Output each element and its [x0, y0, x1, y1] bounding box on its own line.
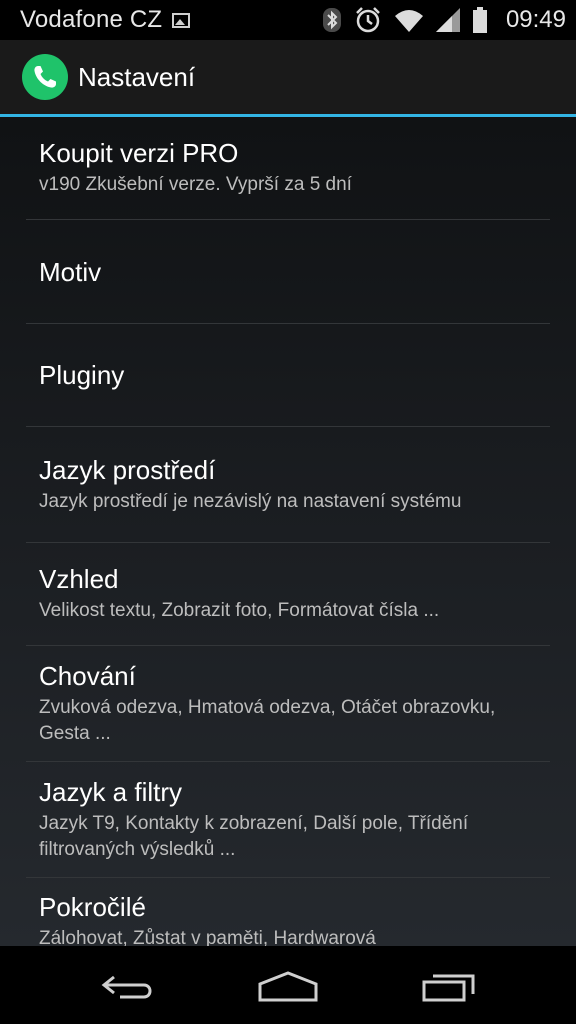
navigation-bar [0, 946, 576, 1024]
setting-ui-language[interactable]: Jazyk prostředí Jazyk prostředí je nezáv… [26, 427, 550, 543]
page-title: Nastavení [78, 61, 196, 92]
bluetooth-icon [322, 7, 342, 33]
setting-subtitle: Zvuková odezva, Hmatová odezva, Otáčet o… [39, 696, 496, 744]
screen: Vodafone CZ 09:49 Nastavení Koupit verzi… [0, 0, 576, 1024]
setting-title: Jazyk prostředí [39, 454, 216, 485]
setting-title: Vzhled [39, 564, 119, 594]
setting-subtitle: Jazyk prostředí je nezávislý na nastaven… [39, 490, 462, 512]
setting-theme[interactable]: Motiv [26, 220, 550, 324]
recent-apps-icon[interactable] [410, 964, 490, 1008]
carrier-name: Vodafone CZ [20, 6, 163, 33]
setting-appearance[interactable]: Vzhled Velikost textu, Zobrazit foto, Fo… [26, 543, 550, 646]
status-bar: Vodafone CZ 09:49 [0, 0, 576, 40]
back-icon[interactable] [88, 964, 168, 1008]
phone-icon[interactable] [22, 54, 68, 100]
settings-list: Koupit verzi PRO v190 Zkušební verze. Vy… [0, 117, 576, 946]
setting-buy-pro[interactable]: Koupit verzi PRO v190 Zkušební verze. Vy… [26, 117, 550, 220]
battery-icon [472, 7, 488, 33]
setting-subtitle: Velikost textu, Zobrazit foto, Formátova… [39, 600, 440, 621]
clock: 09:49 [505, 6, 566, 33]
setting-subtitle: Jazyk T9, Kontakty k zobrazení, Další po… [39, 812, 469, 860]
setting-subtitle: v190 Zkušební verze. Vyprší za 5 dní [39, 174, 352, 195]
setting-behavior[interactable]: Chování Zvuková odezva, Hmatová odezva, … [26, 646, 550, 762]
setting-title: Motiv [39, 256, 102, 287]
setting-title: Pokročilé [39, 892, 146, 922]
setting-title: Koupit verzi PRO [39, 138, 239, 168]
gallery-icon [172, 12, 191, 28]
setting-advanced[interactable]: Pokročilé Zálohovat, Zůstat v paměti, Ha… [26, 878, 550, 946]
setting-title: Pluginy [39, 360, 125, 390]
setting-plugins[interactable]: Pluginy [26, 324, 550, 427]
action-bar: Nastavení [0, 40, 576, 114]
status-icons: 09:49 [322, 6, 566, 34]
setting-title: Jazyk a filtry [39, 776, 183, 807]
setting-language-filters[interactable]: Jazyk a filtry Jazyk T9, Kontakty k zobr… [26, 762, 550, 878]
home-icon[interactable] [248, 964, 328, 1008]
alarm-icon [354, 6, 382, 34]
wifi-icon [394, 8, 424, 32]
setting-title: Chování [39, 660, 136, 691]
signal-icon [435, 8, 460, 32]
setting-subtitle: Zálohovat, Zůstat v paměti, Hardwarová [39, 928, 376, 946]
